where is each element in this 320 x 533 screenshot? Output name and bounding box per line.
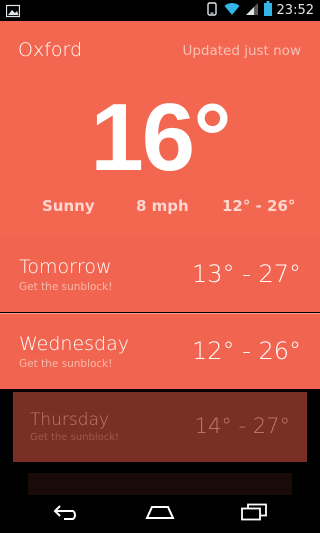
updated-status: Updated just now [182, 43, 301, 59]
forecast-note: Get the sunblock! [19, 281, 113, 293]
forecast-temps: 14° - 27° [194, 414, 290, 438]
status-bar: 23:52 [0, 0, 320, 21]
navigation-bar [0, 495, 320, 533]
recent-apps-button[interactable] [234, 502, 274, 526]
back-icon [52, 503, 82, 525]
back-button[interactable] [47, 502, 87, 526]
forecast-day: Thursday [30, 410, 110, 430]
temperature-range: 12° - 26° [222, 197, 296, 215]
forecast-temps: 13° - 27° [192, 260, 301, 288]
forecast-temps: 12° - 26° [192, 337, 301, 365]
forecast-note: Get the sunblock! [30, 432, 120, 443]
forecast-note: Get the sunblock! [19, 358, 113, 370]
recent-apps-icon [240, 503, 268, 525]
wind-speed: 8 mph [136, 197, 189, 215]
condition-text: Sunny [42, 197, 95, 215]
forecast-row-wednesday[interactable]: Wednesday Get the sunblock! 12° - 26° [0, 313, 320, 389]
forecast-row-tomorrow[interactable]: Tomorrow Get the sunblock! 13° - 27° [0, 236, 320, 312]
forecast-day: Wednesday [19, 333, 130, 355]
forecast-day: Tomorrow [19, 256, 112, 278]
city-name: Oxford [18, 39, 83, 61]
status-time: 23:52 [276, 3, 314, 18]
forecast-row-thursday[interactable]: Thursday Get the sunblock! 14° - 27° [13, 392, 307, 462]
home-icon [144, 504, 176, 524]
forecast-row-faded [28, 473, 292, 497]
current-weather-card[interactable]: Oxford Updated just now 16° Sunny 8 mph … [0, 21, 320, 236]
battery-icon [263, 1, 272, 20]
image-icon [5, 3, 21, 18]
rotate-icon [205, 1, 219, 20]
current-temperature: 16° [90, 84, 231, 191]
wifi-icon [224, 1, 240, 20]
signal-icon [245, 1, 259, 20]
status-icons: 23:52 [205, 1, 314, 20]
home-button[interactable] [140, 502, 180, 526]
